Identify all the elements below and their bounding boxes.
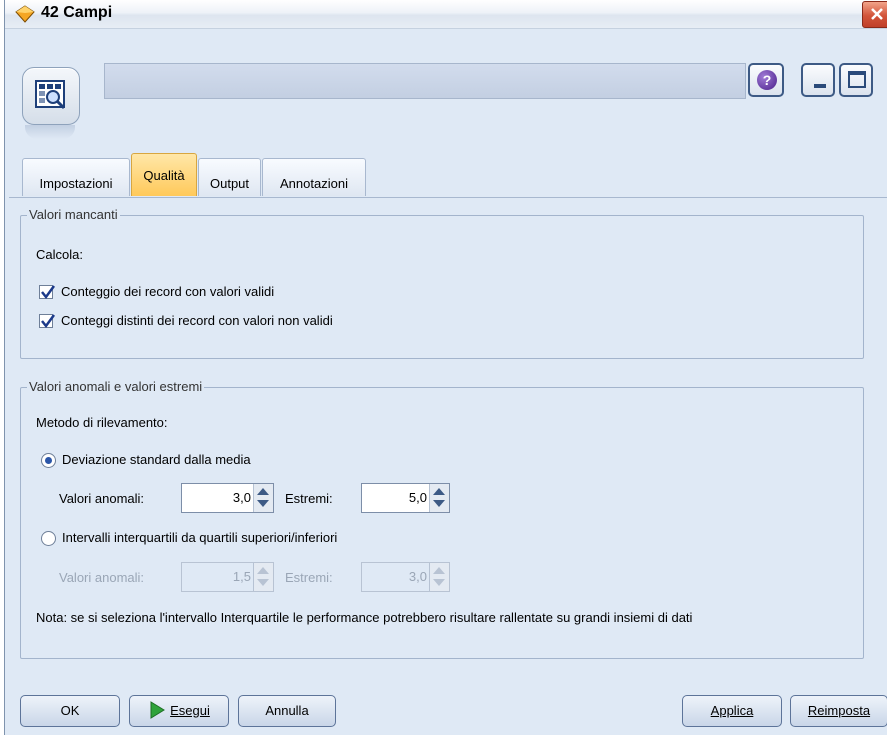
diamond-node-icon <box>15 5 35 23</box>
reset-label: Reimposta <box>807 703 871 718</box>
cancel-button[interactable]: Annulla <box>238 695 336 727</box>
run-label: Esegui <box>170 703 210 718</box>
outliers-group: Valori anomali e valori estremi Metodo d… <box>20 379 864 659</box>
maximize-icon <box>848 71 866 88</box>
cancel-label: Annulla <box>265 703 309 718</box>
close-button[interactable] <box>862 1 887 28</box>
close-icon <box>871 8 883 20</box>
iqr-label: Intervalli interquartili da quartili sup… <box>62 530 338 545</box>
tab-annotazioni[interactable]: Annotazioni <box>262 158 366 196</box>
reset-button[interactable]: Reimposta <box>790 695 887 727</box>
ok-label: OK <box>60 703 80 718</box>
iqr-extreme-label: Estremi: <box>285 570 333 585</box>
apply-label: Applica <box>710 703 754 718</box>
window-title: 42 Campi <box>41 4 113 21</box>
ok-button[interactable]: OK <box>20 695 120 727</box>
tab-impostazioni[interactable]: Impostazioni <box>22 158 130 196</box>
valid-count-label: Conteggio dei record con valori validi <box>61 284 275 299</box>
iqr-outlier-spinner: 1,5 <box>181 562 274 592</box>
invalid-distinct-label: Conteggi distinti dei record con valori … <box>61 313 333 328</box>
tab-output[interactable]: Output <box>198 158 261 196</box>
invalid-distinct-checkbox[interactable] <box>39 314 56 329</box>
data-audit-icon <box>35 80 66 110</box>
valid-count-checkbox[interactable] <box>39 285 56 300</box>
stddev-radio[interactable] <box>41 453 56 468</box>
checkmark-icon <box>41 285 56 300</box>
stddev-extreme-value: 5,0 <box>408 490 427 505</box>
node-icon-box <box>22 67 80 125</box>
missing-values-title: Valori mancanti <box>27 207 120 222</box>
iqr-radio[interactable] <box>41 531 56 546</box>
spinner-arrows[interactable] <box>429 484 449 512</box>
iqr-outlier-value: 1,5 <box>232 569 251 584</box>
outliers-title: Valori anomali e valori estremi <box>27 379 205 394</box>
stddev-extreme-spinner[interactable]: 5,0 <box>361 483 450 513</box>
node-icon-reflection <box>25 125 75 139</box>
spinner-arrows <box>429 563 449 591</box>
iqr-outlier-label: Valori anomali: <box>59 570 145 585</box>
maximize-button[interactable] <box>839 63 873 97</box>
help-button[interactable]: ? <box>748 63 784 97</box>
dialog-header: ? <box>5 29 887 143</box>
method-label: Metodo di rilevamento: <box>36 415 168 430</box>
run-button[interactable]: Esegui <box>129 695 229 727</box>
tab-divider <box>9 197 887 198</box>
node-name-bar[interactable] <box>104 63 746 99</box>
missing-values-group: Valori mancanti Calcola: Conteggio dei r… <box>20 207 864 359</box>
help-icon: ? <box>757 70 777 90</box>
spinner-arrows <box>253 563 273 591</box>
calc-label: Calcola: <box>36 247 83 262</box>
minimize-icon <box>814 84 826 88</box>
play-icon <box>150 701 166 719</box>
stddev-outlier-label: Valori anomali: <box>59 491 145 506</box>
iqr-extreme-value: 3,0 <box>408 569 427 584</box>
checkmark-icon <box>41 314 56 329</box>
apply-button[interactable]: Applica <box>682 695 782 727</box>
iqr-note: Nota: se si seleziona l'intervallo Inter… <box>36 610 693 625</box>
minimize-button[interactable] <box>801 63 835 97</box>
stddev-outlier-spinner[interactable]: 3,0 <box>181 483 274 513</box>
title-bar: 42 Campi <box>5 0 887 29</box>
stddev-outlier-value: 3,0 <box>232 490 251 505</box>
stddev-label: Deviazione standard dalla media <box>62 452 251 467</box>
spinner-arrows[interactable] <box>253 484 273 512</box>
iqr-extreme-spinner: 3,0 <box>361 562 450 592</box>
dialog-window: 42 Campi ? Impostazioni Qualità Output A… <box>4 0 887 735</box>
tab-qualita[interactable]: Qualità <box>131 153 197 196</box>
stddev-extreme-label: Estremi: <box>285 491 333 506</box>
